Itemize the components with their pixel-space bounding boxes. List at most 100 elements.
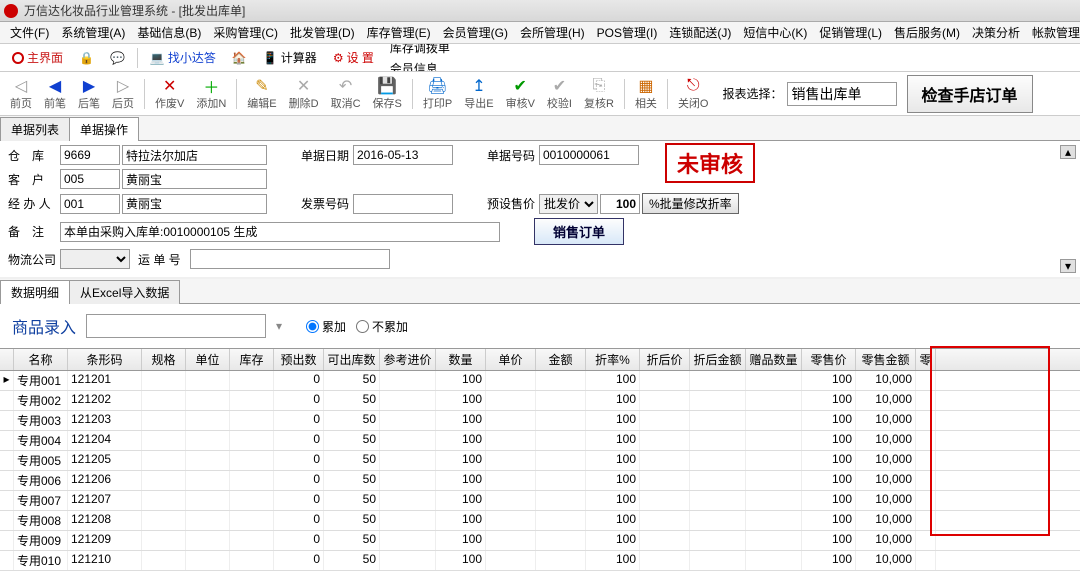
tab-excel-import[interactable]: 从Excel导入数据 [69,280,180,304]
menu-item[interactable]: 文件(F) [4,22,55,43]
col-header[interactable]: 单位 [186,349,230,370]
menu-item[interactable]: 会员管理(G) [437,22,514,43]
col-header[interactable]: 折后金额 [690,349,746,370]
col-header[interactable]: 条形码 [68,349,142,370]
app-title: 万信达化妆品行业管理系统 - [批发出库单] [24,2,245,19]
col-header[interactable]: 折率% [586,349,640,370]
agent-name-input[interactable] [122,194,267,214]
menu-item[interactable]: 库存管理(E) [361,22,437,43]
menu-item[interactable]: 基础信息(B) [131,22,207,43]
toolbar-作废V[interactable]: ✕作废V [149,75,190,113]
col-header[interactable]: 零售价 [802,349,856,370]
col-header[interactable]: 预出数 [274,349,324,370]
col-header[interactable]: 库存 [230,349,274,370]
find-button[interactable]: 💻找小达答 [142,47,224,68]
logistics-select[interactable] [60,249,130,269]
col-header[interactable]: 零 [916,349,936,370]
docno-input[interactable] [539,145,639,165]
col-header[interactable]: 规格 [142,349,186,370]
table-row[interactable]: 专用00312120305010010010010,000 [0,411,1080,431]
invoice-input[interactable] [353,194,453,214]
table-row[interactable]: ▸专用00112120105010010010010,000 [0,371,1080,391]
col-header[interactable]: 可出库数 [324,349,380,370]
menu-item[interactable]: POS管理(I) [591,22,664,43]
tab-detail[interactable]: 数据明细 [0,280,70,304]
scroll-up-icon[interactable]: ▴ [1060,145,1076,159]
tab-doc-edit[interactable]: 单据操作 [69,117,139,141]
preprice-select[interactable]: 批发价 [539,194,598,214]
menu-item[interactable]: 帐款管理(Q) [1026,22,1080,43]
toolbar-添加N[interactable]: ＋添加N [190,75,232,113]
menu-item[interactable]: 会所管理(H) [514,22,591,43]
toolbar-后页[interactable]: ▷后页 [106,75,140,113]
quick-link[interactable]: 库存调拨单 [382,44,470,58]
menu-item[interactable]: 短信中心(K) [737,22,813,43]
toolbar-删除D[interactable]: ✕删除D [283,75,325,113]
toolbar-校验I[interactable]: ✔校验I [541,75,578,113]
waybill-label: 运 单 号 [138,251,188,268]
date-input[interactable] [353,145,453,165]
toolbar-前页[interactable]: ◁前页 [4,75,38,113]
product-entry-input[interactable] [86,314,266,338]
col-header[interactable]: 零售金额 [856,349,916,370]
menu-item[interactable]: 售后服务(M) [888,22,966,43]
customer-code-input[interactable] [60,169,120,189]
toolbar-取消C[interactable]: ↶取消C [325,75,367,113]
quick-link[interactable]: 会员信息 [382,58,470,73]
table-row[interactable]: 专用00612120605010010010010,000 [0,471,1080,491]
toolbar-保存S[interactable]: 💾保存S [367,75,408,113]
col-header[interactable]: 赠品数量 [746,349,802,370]
customer-name-input[interactable] [122,169,267,189]
home-icon[interactable]: 🏠 [224,49,255,67]
table-row[interactable]: 专用00512120505010010010010,000 [0,451,1080,471]
warehouse-name-input[interactable] [122,145,267,165]
menu-item[interactable]: 采购管理(C) [207,22,284,43]
radio-accumulate[interactable]: 累加 [306,318,346,335]
scroll-down-icon[interactable]: ▾ [1060,259,1076,273]
menu-item[interactable]: 决策分析 [966,22,1026,43]
table-row[interactable]: 专用00412120405010010010010,000 [0,431,1080,451]
col-header[interactable]: 金额 [536,349,586,370]
table-row[interactable]: 专用00212120205010010010010,000 [0,391,1080,411]
toolbar-后笔[interactable]: ▶后笔 [72,75,106,113]
agent-code-input[interactable] [60,194,120,214]
radio-no-accumulate[interactable]: 不累加 [356,318,408,335]
toolbar-关闭O[interactable]: ⎋关闭O [672,75,715,113]
col-header[interactable]: 数量 [436,349,486,370]
menu-item[interactable]: 促销管理(L) [813,22,888,43]
batch-discount-button[interactable]: %批量修改折率 [642,193,739,214]
toolbar-打印P[interactable]: 🖨打印P [417,75,458,113]
menu-item[interactable]: 系统管理(A) [55,22,131,43]
toolbar-复核R[interactable]: ⎘复核R [578,75,620,113]
col-header[interactable]: 名称 [14,349,68,370]
report-input[interactable] [787,82,897,106]
chat-icon[interactable]: 💬 [102,49,133,67]
toolbar-前笔[interactable]: ◀前笔 [38,75,72,113]
toolbar-编辑E[interactable]: ✎编辑E [241,75,282,113]
check-orders-button[interactable]: 检查手店订单 [907,75,1033,113]
lock-icon[interactable]: 🔒 [71,49,102,67]
table-row[interactable]: 专用01012121005010010010010,000 [0,551,1080,571]
col-header[interactable]: 折后价 [640,349,690,370]
toolbar-导出E[interactable]: ↥导出E [458,75,499,113]
waybill-input[interactable] [190,249,390,269]
table-row[interactable]: 专用00712120705010010010010,000 [0,491,1080,511]
col-header[interactable] [0,349,14,370]
toolbar-相关[interactable]: ▦相关 [629,75,663,113]
dropdown-icon[interactable]: ▾ [276,319,296,333]
settings-button[interactable]: ⚙设 置 [325,47,382,68]
col-header[interactable]: 单价 [486,349,536,370]
remark-input[interactable] [60,222,500,242]
main-view-button[interactable]: 主界面 [4,47,71,68]
table-row[interactable]: 专用00912120905010010010010,000 [0,531,1080,551]
warehouse-code-input[interactable] [60,145,120,165]
calc-button[interactable]: 📱计算器 [255,47,325,68]
table-row[interactable]: 专用00812120805010010010010,000 [0,511,1080,531]
toolbar-审核V[interactable]: ✔审核V [500,75,541,113]
preprice-value[interactable] [600,194,640,214]
menu-item[interactable]: 连锁配送(J) [663,22,737,43]
col-header[interactable]: 参考进价 [380,349,436,370]
sales-order-button[interactable]: 销售订单 [534,218,624,245]
tab-doc-list[interactable]: 单据列表 [0,117,70,141]
menu-item[interactable]: 批发管理(D) [284,22,361,43]
